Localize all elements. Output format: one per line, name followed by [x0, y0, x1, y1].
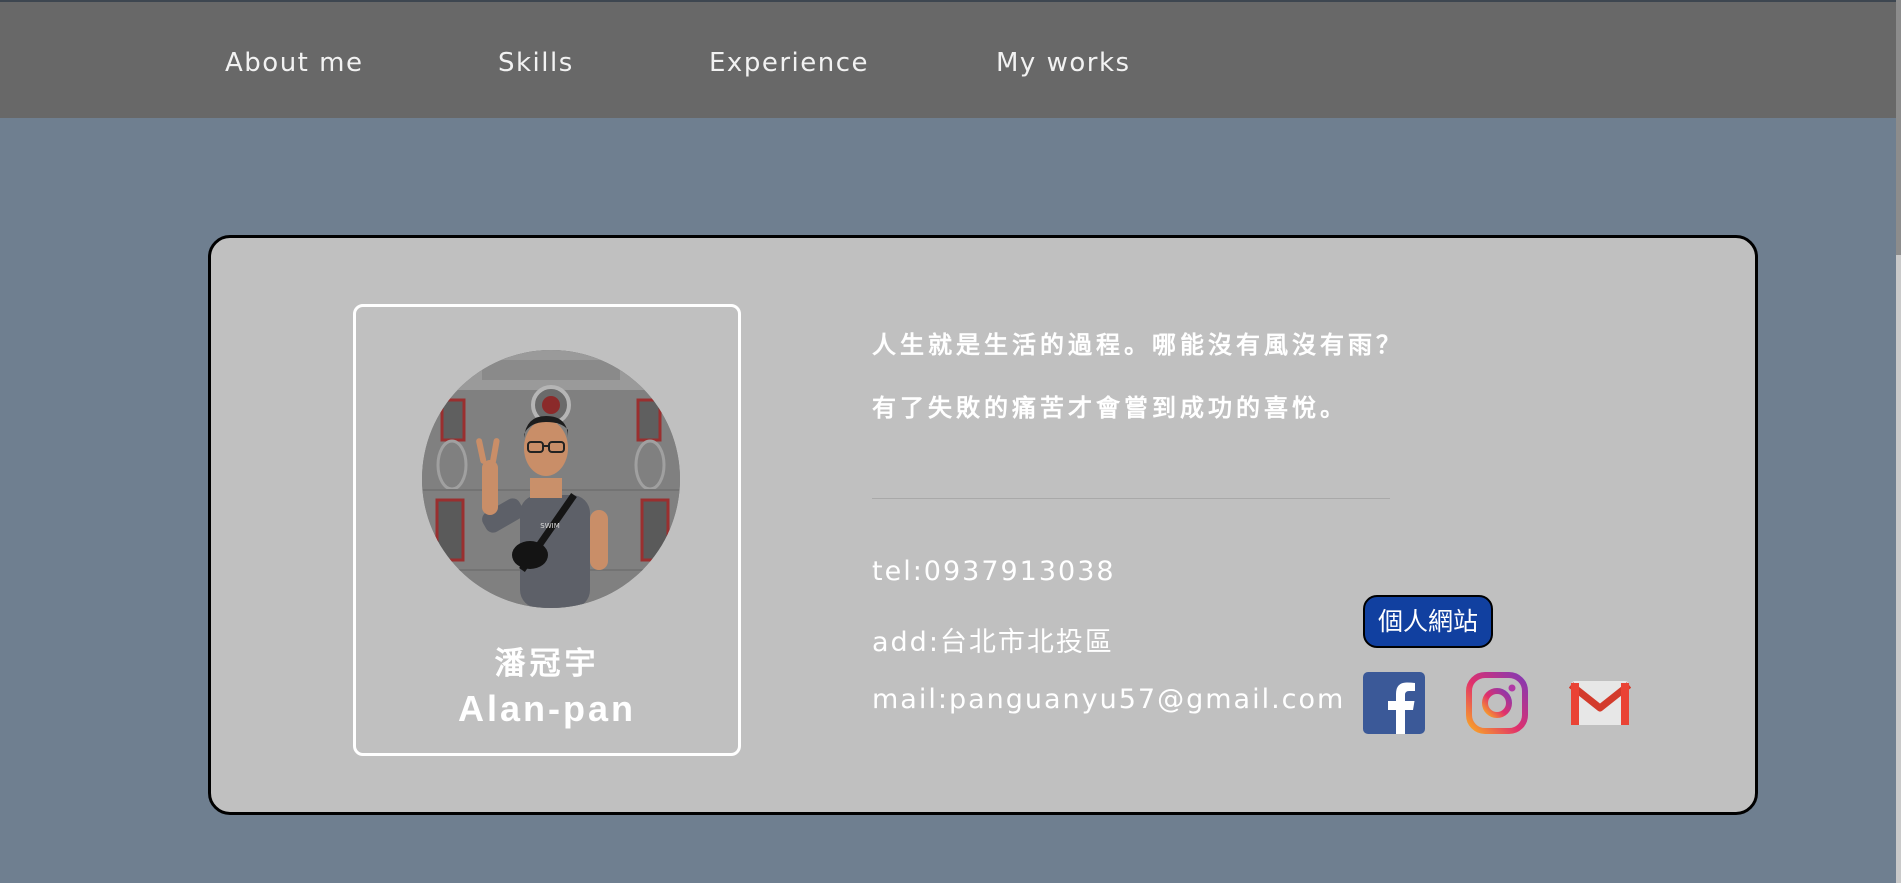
name-english: Alan-pan: [457, 688, 636, 729]
name-chinese: 潘冠宇: [494, 646, 600, 682]
profile-card: SWIM 潘冠宇 Alan-pan 人生就是生活的過程。哪能沒有風沒有雨？ 有了…: [208, 235, 1758, 815]
page-scrollbar[interactable]: [1896, 0, 1901, 883]
avatar: SWIM: [422, 350, 680, 608]
quote-line-1: 人生就是生活的過程。哪能沒有風沒有雨？: [872, 331, 1404, 359]
nav-about-me[interactable]: About me: [225, 48, 363, 78]
profile-box: SWIM 潘冠宇 Alan-pan: [353, 304, 741, 756]
contact-address: add:台北市北投區: [872, 627, 1114, 658]
contact-mail: mail:panguanyu57@gmail.com: [872, 684, 1346, 715]
nav-experience[interactable]: Experience: [709, 48, 869, 78]
facebook-icon[interactable]: [1363, 672, 1425, 734]
gmail-icon[interactable]: [1569, 672, 1631, 734]
scrollbar-thumb[interactable]: [1896, 0, 1901, 255]
top-navigation: About me Skills Experience My works: [0, 0, 1901, 118]
svg-text:SWIM: SWIM: [540, 522, 559, 530]
contact-tel: tel:0937913038: [872, 556, 1116, 587]
personal-website-button[interactable]: 個人網站: [1363, 595, 1493, 648]
quote-line-2: 有了失敗的痛苦才會嘗到成功的喜悅。: [872, 394, 1348, 422]
nav-skills[interactable]: Skills: [498, 48, 574, 78]
nav-my-works[interactable]: My works: [996, 48, 1131, 78]
divider: [872, 498, 1390, 499]
instagram-icon[interactable]: [1466, 672, 1528, 734]
avatar-photo: SWIM: [422, 350, 680, 608]
